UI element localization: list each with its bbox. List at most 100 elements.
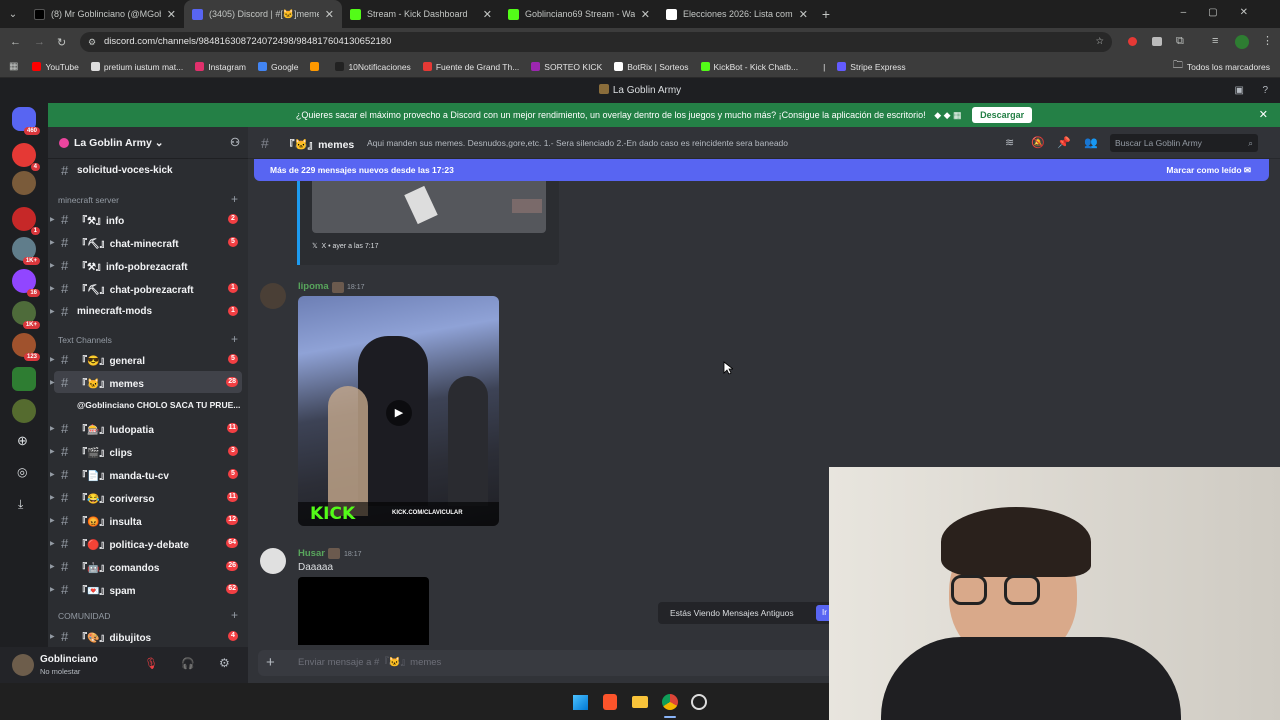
channel-item[interactable]: # ▶ 『⚒』info-pobrezacraft (48, 254, 248, 276)
bookmark-item[interactable]: Stripe Express (837, 62, 906, 72)
channel-item[interactable]: # ▶ minecraft-mods 1 (48, 300, 248, 322)
extension-icon[interactable] (1128, 37, 1137, 46)
mark-as-read-button[interactable]: Marcar como leído ✉ (1166, 159, 1251, 181)
server-icon[interactable] (12, 171, 36, 195)
headphones-icon[interactable]: 🎧 (181, 657, 195, 670)
bookmark-item[interactable]: Google (258, 62, 298, 72)
play-icon[interactable]: ▶ (386, 400, 412, 426)
add-server-icon[interactable]: ⊕ (17, 433, 28, 449)
server-icon[interactable] (12, 399, 36, 423)
category-comunidad[interactable]: COMUNIDAD + (58, 608, 238, 625)
channel-item[interactable]: # ▶ 『🎨』dibujitos 4 (48, 625, 248, 647)
all-bookmarks-folder[interactable]: 🗀 Todos los marcadores (1173, 58, 1270, 75)
server-icon[interactable]: 1K+ (12, 301, 40, 329)
window-controls[interactable]: –▢✕ (1181, 7, 1270, 18)
message-author[interactable]: Husar (298, 548, 325, 559)
help-icon[interactable]: ? (1262, 78, 1268, 103)
server-icon[interactable] (12, 367, 36, 391)
apps-grid-icon[interactable]: ▦ (9, 61, 18, 72)
bookmark-item[interactable]: Fuente de Grand Th... (422, 62, 519, 72)
message-author[interactable]: lipoma (298, 281, 329, 292)
channel-item[interactable]: # ▶ 『🐱』memes 28 (50, 371, 242, 393)
server-icon[interactable]: 16 (12, 269, 40, 297)
browser-tab-twitter[interactable]: (8) Mr Goblinciano (@MGoblinc ✕ (26, 0, 184, 28)
server-icon[interactable]: 123 (12, 333, 40, 361)
bookmark-item[interactable]: BotRix | Sorteos (614, 62, 689, 72)
new-tab-button[interactable]: + (816, 6, 836, 22)
add-attachment-icon[interactable]: + (266, 650, 275, 676)
profile-avatar[interactable] (1235, 35, 1249, 49)
video-attachment[interactable]: ▶ KICK KICK.COM/CLAVICULAR (298, 296, 499, 526)
avatar[interactable] (12, 654, 34, 676)
avatar[interactable] (260, 283, 286, 309)
invite-people-icon[interactable]: ⚇ (230, 127, 240, 159)
server-icon[interactable]: 4 (12, 143, 40, 171)
download-icon[interactable]: ⤓ (18, 497, 23, 512)
server-icon[interactable]: 1K+ (12, 237, 40, 265)
add-channel-icon[interactable]: + (231, 332, 238, 346)
bookmark-item[interactable]: 10Notificaciones (335, 62, 411, 72)
bookmark-item[interactable]: pretium iustum mat... (90, 62, 183, 72)
close-icon[interactable]: ✕ (641, 8, 650, 21)
channel-item[interactable]: # ▶ 『🎰』ludopatia 11 (48, 417, 248, 439)
bookmark-item[interactable] (310, 62, 323, 71)
viewing-old-messages-bar[interactable]: Estás Viendo Mensajes Antiguos Ir a (658, 602, 838, 624)
bookmark-item[interactable]: Instagram (195, 62, 246, 72)
channel-item[interactable]: # ▶ 『🤖』comandos 26 (48, 555, 248, 577)
bookmark-item[interactable]: YouTube (32, 62, 79, 72)
video-attachment[interactable] (298, 577, 429, 645)
reload-icon[interactable]: ↻ (57, 36, 66, 49)
notifications-muted-icon[interactable]: 🔕 (1031, 136, 1045, 149)
channel-item[interactable]: # ▶ 『🎬』clips 3 (48, 440, 248, 462)
category-minecraft-server[interactable]: minecraft server + (58, 192, 238, 209)
channel-solicitud-voces-kick[interactable]: # solicitud-voces-kick (48, 159, 248, 181)
channel-item[interactable]: # ▶ 『⛏』chat-pobrezacraft 1 (48, 277, 248, 299)
channel-item[interactable]: # ▶ 『⛏』chat-minecraft 5 (48, 231, 248, 253)
threads-icon[interactable]: ≋ (1005, 136, 1014, 149)
channel-topic[interactable]: Aqui manden sus memes. Desnudos,gore,etc… (367, 138, 788, 148)
inbox-icon[interactable]: ▣ (1235, 78, 1244, 103)
member-list-icon[interactable]: 👥 (1084, 136, 1098, 149)
extension-icon[interactable] (1152, 37, 1162, 46)
menu-icon[interactable]: ⋮ (1262, 34, 1273, 47)
url-input[interactable]: ⚙ discord.com/channels/98481630872407249… (80, 32, 1112, 52)
bookmark-item[interactable]: | (810, 62, 825, 72)
channel-item[interactable]: # ▶ 『😡』insulta 12 (48, 509, 248, 531)
close-icon[interactable]: ✕ (167, 8, 176, 21)
bookmark-item[interactable]: KickBot - Kick Chatb... (700, 62, 798, 72)
brave-browser-icon[interactable] (603, 694, 617, 710)
site-info-icon[interactable]: ⚙ (88, 32, 96, 52)
search-input[interactable]: Buscar La Goblin Army ⌕ (1110, 134, 1258, 152)
media-icon[interactable]: ≡ (1212, 35, 1218, 47)
avatar[interactable] (260, 548, 286, 574)
bookmark-item[interactable]: SORTEO KICK (531, 62, 602, 72)
server-icon[interactable]: 1 (12, 207, 40, 235)
back-icon[interactable]: ← (10, 36, 21, 48)
close-icon[interactable]: ✕ (483, 8, 492, 21)
mute-mic-icon[interactable]: 🎙 (144, 657, 158, 670)
bookmark-star-icon[interactable]: ☆ (1095, 32, 1104, 52)
extensions-puzzle-icon[interactable]: ⧉ (1176, 35, 1184, 48)
channel-item[interactable]: # ▶ 『🔴』politica-y-debate 64 (48, 532, 248, 554)
discover-compass-icon[interactable]: ◎ (17, 465, 27, 479)
embed-image[interactable] (312, 181, 546, 233)
pinned-icon[interactable]: 📌 (1057, 136, 1071, 149)
channel-item[interactable]: # ▶ 『😂』coriverso 11 (48, 486, 248, 508)
channel-item[interactable]: # ▶ 『😎』general 5 (48, 348, 248, 370)
channel-item[interactable]: # ▶ 『📄』manda-tu-cv 5 (48, 463, 248, 485)
browser-tab-kick-dashboard[interactable]: Stream - Kick Dashboard ✕ (342, 0, 500, 28)
new-messages-bar[interactable]: Más de 229 mensajes nuevos desde las 17:… (254, 159, 1269, 181)
channel-item[interactable]: # ▶ 『💌』spam 62 (48, 578, 248, 600)
browser-tab-kick-stream[interactable]: Goblinciano69 Stream - Watch ✕ (500, 0, 658, 28)
file-explorer-icon[interactable] (632, 696, 648, 708)
add-channel-icon[interactable]: + (231, 192, 238, 206)
forward-icon[interactable]: → (34, 36, 45, 48)
close-icon[interactable]: ✕ (325, 8, 334, 21)
thread-item[interactable]: @Goblinciano CHOLO SACA TU PRUE... (48, 394, 248, 416)
channel-item[interactable]: # ▶ 『⚒』info 2 (48, 208, 248, 230)
close-icon[interactable]: ✕ (799, 8, 808, 21)
tab-search-icon[interactable]: ⌄ (0, 9, 26, 20)
settings-gear-icon[interactable]: ⚙ (219, 656, 230, 670)
category-text-channels[interactable]: Text Channels + (58, 332, 238, 349)
close-banner-icon[interactable]: ✕ (1259, 103, 1268, 127)
